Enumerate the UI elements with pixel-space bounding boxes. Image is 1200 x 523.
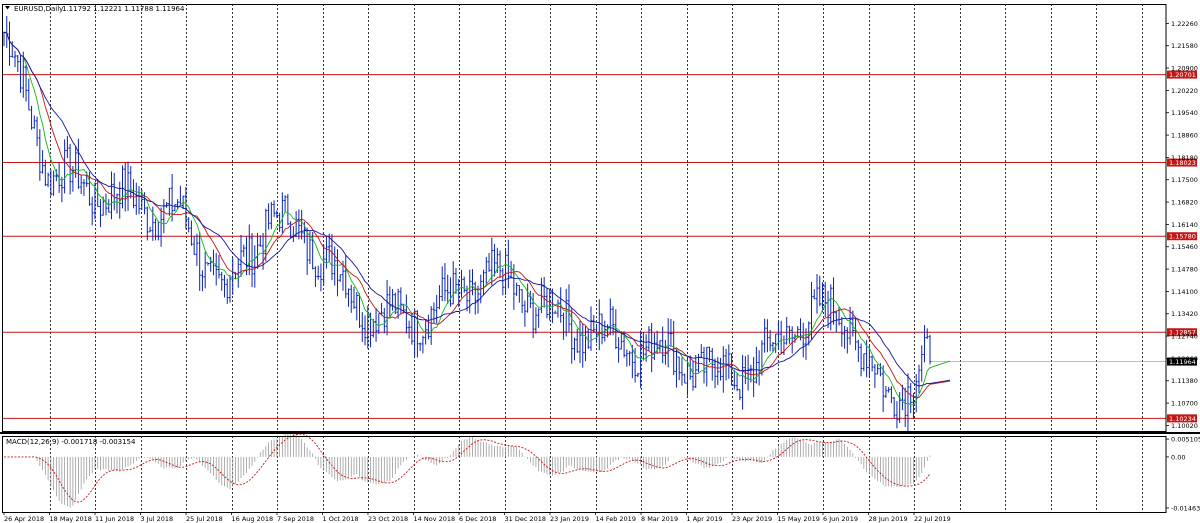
price-tick-label: 1.17500 [1171,176,1198,184]
price-tick-label: 1.10700 [1171,400,1198,408]
date-tick-label: 25 Jul 2018 [186,515,223,523]
level-label: 1.15780 [1169,233,1196,241]
date-tick-label: 11 Jun 2018 [95,515,134,523]
price-tick-label: 1.14780 [1171,266,1198,274]
date-tick-label: 7 Sep 2018 [277,515,314,523]
date-tick-label: 23 Apr 2019 [732,515,772,523]
macd-tick-label: 0.00 [1171,453,1185,461]
macd-tick-label: -0.014635 [1171,504,1200,512]
date-tick-label: 23 Jan 2019 [550,515,589,523]
price-tick-label: 1.15460 [1171,243,1198,251]
date-tick-label: 14 Nov 2018 [414,515,456,523]
symbol-label: EURUSD,Daily [14,5,63,13]
price-tick-label: 1.22260 [1171,20,1198,28]
macd-tick-label: 0.005105 [1171,436,1200,444]
date-tick-label: 6 Dec 2018 [459,515,496,523]
date-tick-label: 3 Jul 2018 [141,515,174,523]
chart-background [0,0,1200,523]
date-tick-label: 8 Mar 2019 [641,515,678,523]
date-tick-label: 23 Oct 2018 [368,515,408,523]
price-tick-label: 1.12060 [1171,355,1198,363]
date-tick-label: 28 Jun 2019 [869,515,908,523]
price-tick-label: 1.18180 [1171,154,1198,162]
date-tick-label: 26 Apr 2018 [4,515,44,523]
price-tick-label: 1.20900 [1171,65,1198,73]
chart-svg[interactable]: 1.207011.180231.157801.128571.102341.119… [0,0,1200,523]
price-tick-label: 1.13420 [1171,310,1198,318]
macd-label: MACD(12,26,9) -0.001718 -0.003154 [6,438,136,446]
price-tick-label: 1.12740 [1171,333,1198,341]
price-tick-label: 1.19540 [1171,109,1198,117]
date-tick-label: 15 May 2019 [778,515,820,523]
date-tick-label: 14 Feb 2019 [596,515,636,523]
date-tick-label: 16 Aug 2018 [232,515,274,523]
price-tick-label: 1.16140 [1171,221,1198,229]
ohlc-readout: 1.11792 1.12221 1.11788 1.11964 [62,5,185,13]
price-tick-label: 1.21580 [1171,42,1198,50]
price-tick-label: 1.16820 [1171,199,1198,207]
date-tick-label: 1 Apr 2019 [687,515,723,523]
price-tick-label: 1.20220 [1171,87,1198,95]
date-tick-label: 22 Jul 2019 [914,515,951,523]
date-tick-label: 1 Oct 2018 [323,515,359,523]
price-tick-label: 1.11380 [1171,377,1198,385]
price-tick-label: 1.14100 [1171,288,1198,296]
price-tick-label: 1.10020 [1171,422,1198,430]
date-tick-label: 6 Jun 2019 [823,515,858,523]
price-tick-label: 1.18860 [1171,132,1198,140]
date-tick-label: 18 May 2018 [50,515,92,523]
date-tick-label: 31 Dec 2018 [505,515,547,523]
